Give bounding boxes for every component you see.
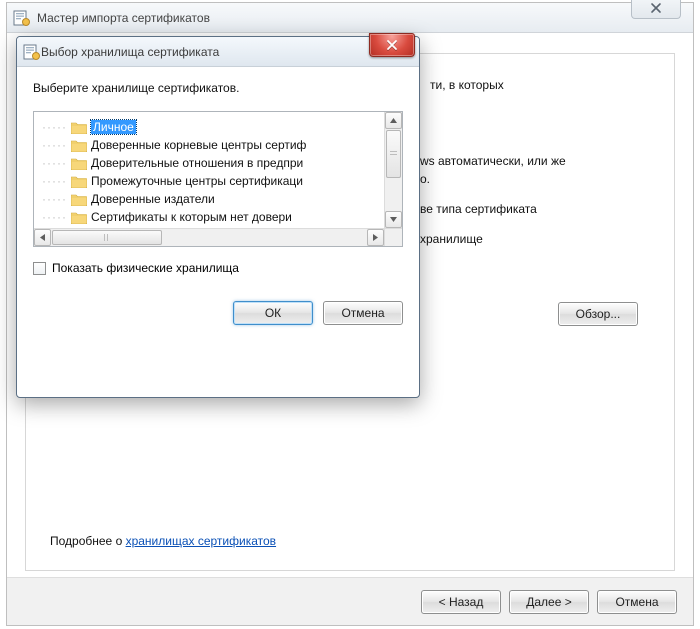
certificate-app-icon [23, 43, 41, 61]
store-tree: ····· Личное····· Доверенные корневые це… [33, 111, 403, 247]
scroll-up-button[interactable] [385, 112, 402, 129]
folder-icon [71, 139, 87, 152]
back-button[interactable]: < Назад [421, 590, 501, 614]
tree-item-label: Доверенные корневые центры сертиф [91, 138, 306, 152]
tree-item-label: Промежуточные центры сертификаци [91, 174, 303, 188]
dialog-close-button[interactable] [369, 33, 415, 57]
chevron-right-icon [373, 234, 378, 241]
show-physical-checkbox[interactable]: Показать физические хранилища [33, 261, 403, 275]
checkbox-label: Показать физические хранилища [52, 261, 239, 275]
wizard-text-fragment: ти, в которых [430, 78, 650, 92]
wizard-help-row: Подробнее о хранилищах сертификатов [50, 534, 276, 548]
close-icon [650, 2, 662, 14]
tree-branch-decoration: ····· [42, 174, 67, 188]
wizard-title: Мастер импорта сертификатов [37, 11, 210, 25]
scroll-down-button[interactable] [385, 211, 402, 228]
browse-button[interactable]: Обзор... [558, 302, 638, 326]
folder-icon [71, 157, 87, 170]
tree-item[interactable]: ····· Сертификаты к которым нет довери [42, 208, 380, 226]
tree-item-label: Сертификаты к которым нет довери [91, 210, 292, 224]
tree-item[interactable]: ····· Личное [42, 118, 380, 136]
tree-branch-decoration: ····· [42, 120, 67, 134]
wizard-cancel-button[interactable]: Отмена [597, 590, 677, 614]
wizard-footer: < Назад Далее > Отмена [7, 577, 693, 625]
wizard-text-fragment: ws автоматически, или же [420, 154, 650, 168]
wizard-text-fragment: хранилище [420, 232, 650, 246]
tree-branch-decoration: ····· [42, 138, 67, 152]
tree-item[interactable]: ····· Доверительные отношения в предпри [42, 154, 380, 172]
tree-item[interactable]: ····· Промежуточные центры сертификаци [42, 172, 380, 190]
checkbox-icon [33, 262, 46, 275]
tree-branch-decoration: ····· [42, 156, 67, 170]
folder-icon [71, 175, 87, 188]
dialog-button-row: ОК Отмена [17, 285, 419, 325]
horizontal-scroll-thumb[interactable] [52, 230, 162, 245]
vertical-scroll-thumb[interactable] [386, 130, 401, 178]
tree-item-label: Доверенные издатели [91, 192, 215, 206]
store-tree-viewport[interactable]: ····· Личное····· Доверенные корневые це… [34, 112, 384, 228]
folder-icon [71, 157, 87, 170]
chevron-up-icon [390, 118, 397, 123]
wizard-text-fragment: ве типа сертификата [420, 202, 650, 216]
wizard-titlebar[interactable]: Мастер импорта сертификатов [7, 3, 693, 33]
dialog-cancel-button[interactable]: Отмена [323, 301, 403, 325]
scroll-left-button[interactable] [34, 229, 51, 246]
close-icon [386, 39, 398, 51]
chevron-left-icon [40, 234, 45, 241]
ok-button[interactable]: ОК [233, 301, 313, 325]
tree-branch-decoration: ····· [42, 210, 67, 224]
dialog-body: Выберите хранилище сертификатов. ····· Л… [17, 67, 419, 285]
scrollbar-corner [384, 228, 402, 246]
wizard-text-fragment: о. [420, 172, 650, 186]
folder-icon [71, 121, 87, 134]
vertical-scrollbar[interactable] [384, 112, 402, 228]
tree-item[interactable]: ····· Доверенные корневые центры сертиф [42, 136, 380, 154]
tree-branch-decoration: ····· [42, 192, 67, 206]
wizard-close-button[interactable] [631, 0, 681, 19]
folder-icon [71, 139, 87, 152]
tree-item-label: Личное [91, 120, 136, 134]
dialog-title: Выбор хранилища сертификата [41, 45, 219, 59]
horizontal-scrollbar[interactable] [34, 228, 384, 246]
folder-icon [71, 211, 87, 224]
next-button[interactable]: Далее > [509, 590, 589, 614]
dialog-instruction: Выберите хранилище сертификатов. [33, 81, 403, 95]
tree-item-label: Доверительные отношения в предпри [91, 156, 303, 170]
chevron-down-icon [390, 217, 397, 222]
folder-icon [71, 121, 87, 134]
certificate-app-icon [13, 9, 31, 27]
link-prefix: Подробнее о [50, 534, 126, 548]
tree-item[interactable]: ····· Доверенные издатели [42, 190, 380, 208]
folder-icon [71, 193, 87, 206]
dialog-titlebar[interactable]: Выбор хранилища сертификата [17, 37, 419, 67]
certificate-stores-link[interactable]: хранилищах сертификатов [126, 534, 276, 548]
folder-icon [71, 175, 87, 188]
select-store-dialog: Выбор хранилища сертификата Выберите хра… [16, 36, 420, 398]
folder-icon [71, 211, 87, 224]
scroll-right-button[interactable] [367, 229, 384, 246]
folder-icon [71, 193, 87, 206]
